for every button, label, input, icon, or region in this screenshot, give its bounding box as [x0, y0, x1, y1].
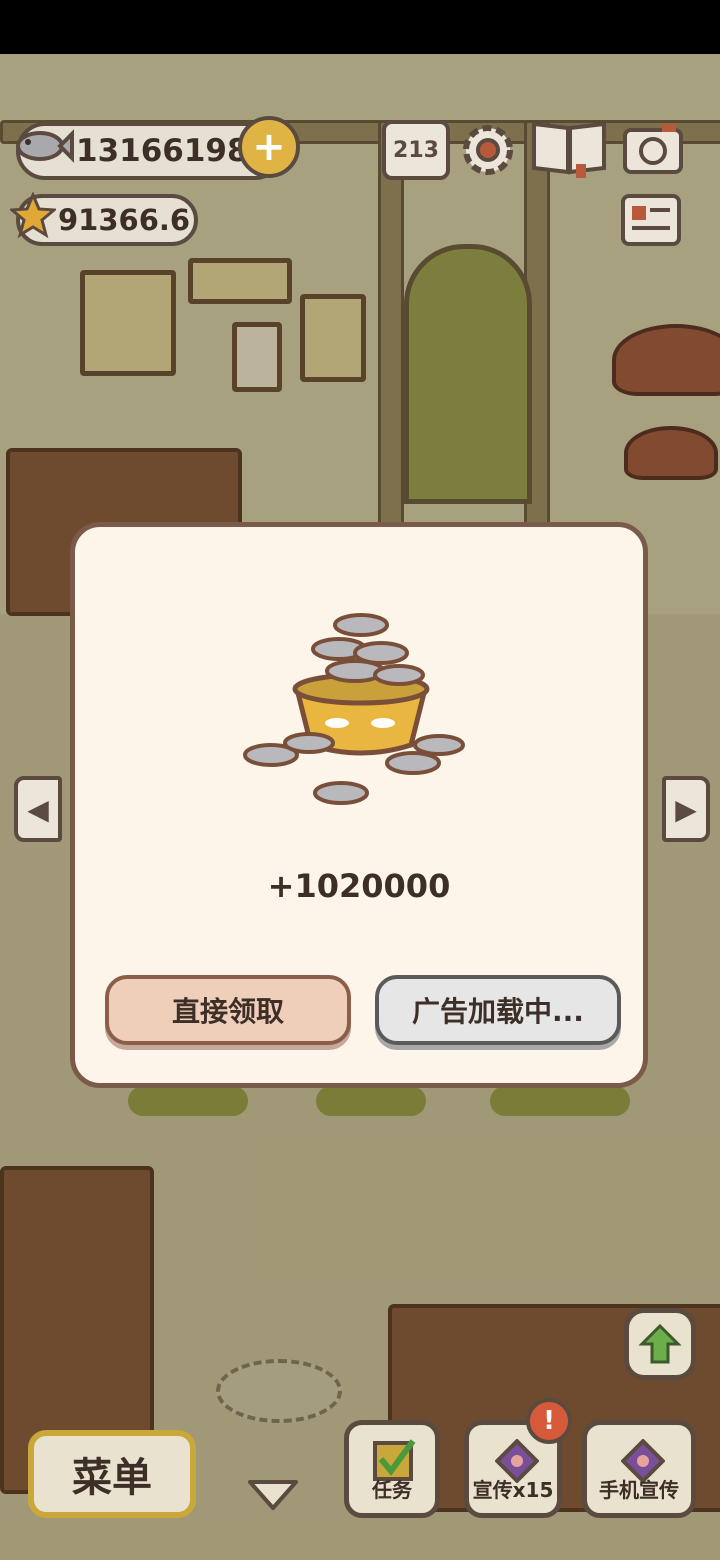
- alert-badge: !: [526, 1398, 572, 1444]
- phone-promote-label: 手机宣传: [599, 1478, 679, 1502]
- scroll-right-button[interactable]: ▶: [662, 776, 710, 842]
- news-button[interactable]: [620, 192, 682, 248]
- star-count: 91366.6: [58, 203, 191, 237]
- claim-directly-button[interactable]: 直接领取: [105, 975, 351, 1045]
- star-icon: [10, 192, 56, 238]
- gear-icon: [463, 125, 513, 175]
- ranking-icon: 213: [393, 137, 439, 163]
- expand-down-button[interactable]: [244, 1474, 302, 1514]
- reward-dialog: +1020000 直接领取 广告加载中...: [70, 522, 648, 1088]
- promote-label: 宣传x15: [472, 1478, 554, 1502]
- settings-button[interactable]: [458, 120, 518, 180]
- ranking-button[interactable]: 213: [382, 120, 450, 180]
- watch-ad-button[interactable]: 广告加载中...: [375, 975, 621, 1045]
- reward-amount: +1020000: [267, 867, 451, 905]
- chevron-left-icon: ◀: [27, 792, 49, 826]
- fish-count: 13166198: [76, 133, 249, 169]
- camera-button[interactable]: [622, 120, 684, 176]
- menu-button[interactable]: 菜单: [28, 1430, 196, 1518]
- tasks-label: 任务: [372, 1478, 412, 1502]
- phone-promote-button[interactable]: 手机宣传: [582, 1420, 696, 1518]
- fish-icon: [10, 116, 74, 176]
- newspaper-icon: [621, 194, 681, 246]
- catbook-button[interactable]: [530, 116, 608, 178]
- upgrade-button[interactable]: [624, 1308, 696, 1380]
- chevron-down-icon: [248, 1480, 298, 1510]
- tasks-button[interactable]: 任务: [344, 1420, 440, 1518]
- add-fish-button[interactable]: +: [238, 116, 300, 178]
- camera-icon: [623, 124, 683, 174]
- chevron-right-icon: ▶: [675, 792, 697, 826]
- scroll-left-button[interactable]: ◀: [14, 776, 62, 842]
- fish-bowl-icon: [243, 613, 465, 805]
- book-icon: [532, 121, 606, 178]
- upgrade-arrow-icon: [638, 1323, 682, 1364]
- status-bar: [0, 0, 720, 54]
